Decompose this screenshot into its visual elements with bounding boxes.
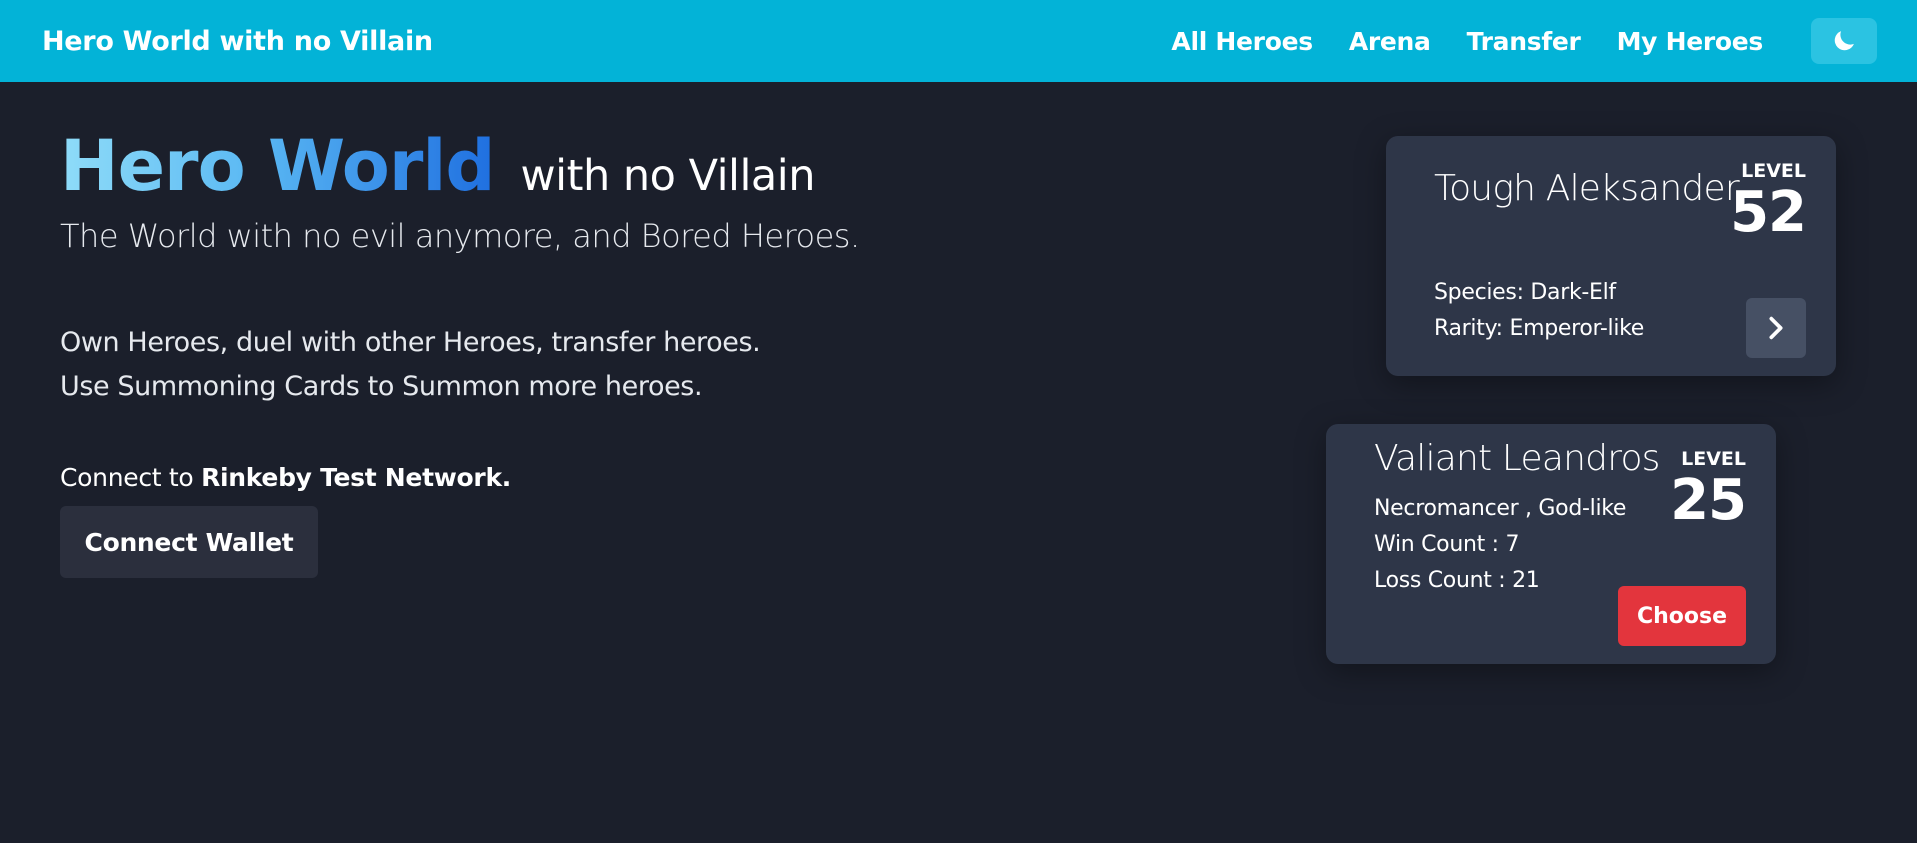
connect-wallet-button[interactable]: Connect Wallet — [60, 506, 318, 578]
description-line-1: Own Heroes, duel with other Heroes, tran… — [60, 327, 761, 358]
description-line-2: Use Summoning Cards to Summon more heroe… — [60, 371, 703, 402]
connect-network-text: Connect to Rinkeby Test Network. — [60, 463, 960, 492]
view-hero-button[interactable] — [1746, 298, 1806, 358]
network-name: Rinkeby Test Network. — [201, 463, 511, 492]
nav-link-my-heroes[interactable]: My Heroes — [1617, 27, 1764, 56]
level-label: LEVEL — [1681, 448, 1746, 470]
choose-hero-button[interactable]: Choose — [1618, 586, 1746, 646]
hero-card-tough-aleksander: Tough Aleksander LEVEL 52 Species: Dark-… — [1386, 136, 1836, 376]
hero-loss-count: Loss Count : 21 — [1374, 568, 1540, 593]
hero-win-count: Win Count : 7 — [1374, 532, 1520, 557]
hero-title-sub: with no Villain — [520, 151, 815, 201]
nav-link-arena[interactable]: Arena — [1349, 27, 1431, 56]
theme-toggle-button[interactable] — [1811, 18, 1877, 64]
nav-links: All Heroes Arena Transfer My Heroes — [1135, 18, 1877, 64]
level-value: 52 — [1730, 180, 1807, 245]
hero-description: Own Heroes, duel with other Heroes, tran… — [60, 321, 960, 409]
hero-species: Species: Dark-Elf — [1434, 280, 1616, 305]
hero-tagline: The World with no evil anymore, and Bore… — [60, 217, 860, 255]
hero-card-valiant-leandros: Valiant Leandros LEVEL 25 Necromancer , … — [1326, 424, 1776, 664]
hero-title: Hero World with no Villain — [60, 128, 960, 205]
nav-link-all-heroes[interactable]: All Heroes — [1171, 27, 1313, 56]
hero-section: Hero World with no Villain The World wit… — [60, 128, 960, 578]
top-navbar: Hero World with no Villain All Heroes Ar… — [0, 0, 1917, 82]
level-value: 25 — [1670, 468, 1747, 533]
moon-icon — [1834, 31, 1854, 51]
hero-card-name: Tough Aleksander — [1434, 168, 1740, 209]
chevron-right-icon — [1769, 316, 1783, 340]
level-label: LEVEL — [1741, 160, 1806, 182]
nav-link-transfer[interactable]: Transfer — [1467, 27, 1581, 56]
brand-title[interactable]: Hero World with no Villain — [42, 26, 433, 57]
hero-card-name: Valiant Leandros — [1374, 438, 1660, 479]
connect-prefix: Connect to — [60, 463, 202, 492]
hero-title-main: Hero World — [60, 125, 495, 207]
hero-rarity: Rarity: Emperor-like — [1434, 316, 1645, 341]
hero-class-rarity: Necromancer , God-like — [1374, 496, 1627, 521]
